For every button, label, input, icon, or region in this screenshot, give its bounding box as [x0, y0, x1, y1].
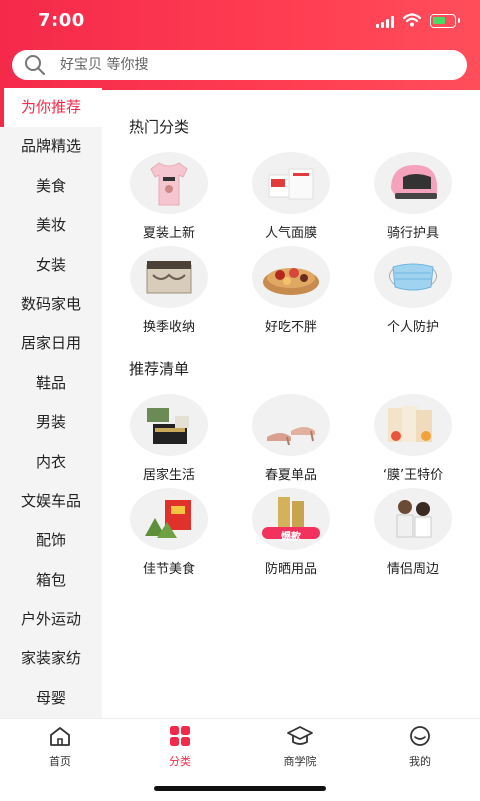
sidebar-item-outdoor[interactable]: 户外运动 [0, 600, 102, 639]
sidebar-item-shoes[interactable]: 鞋品 [0, 364, 102, 403]
category-label: 骑行护具 [386, 226, 439, 241]
category-cell[interactable]: 骑行护具 [352, 152, 474, 241]
category-label: 夏装上新 [142, 226, 195, 241]
sidebar-item-recommend[interactable]: 为你推荐 [0, 88, 102, 128]
sidebar-item-entertainment-car[interactable]: 文娱车品 [0, 482, 102, 521]
sidebar-item-baby[interactable]: 母婴 [0, 679, 102, 718]
wifi-icon [402, 13, 422, 27]
zongzi-icon [130, 488, 208, 550]
category-label: 人气面膜 [264, 226, 317, 241]
search-bar[interactable] [12, 50, 467, 80]
category-cell[interactable]: 人气面膜 [230, 152, 352, 241]
tab-label: 我的 [409, 755, 431, 768]
category-label: 好吃不胖 [264, 320, 317, 335]
sidebar-item-household[interactable]: 居家日用 [0, 324, 102, 363]
sidebar-item-bags[interactable]: 箱包 [0, 561, 102, 600]
recommend-cell[interactable]: ‘膜’王特价 [352, 394, 474, 483]
sandal-icon [252, 394, 330, 456]
sidebar-item-electronics[interactable]: 数码家电 [0, 285, 102, 324]
hot-badge: 爆款 [281, 532, 301, 543]
category-content: 热门分类 夏装上新 人气面膜 骑行护具 换季收纳 好吃不胖 个人防护 推荐清单 … [102, 88, 480, 718]
recommend-label: 防晒用品 [264, 562, 317, 577]
face-mask-icon [252, 152, 330, 214]
recommend-cell[interactable]: 居家生活 [108, 394, 230, 483]
tab-label: 分类 [169, 755, 191, 768]
category-cell[interactable]: 好吃不胖 [230, 246, 352, 335]
tab-home[interactable]: 首页 [0, 725, 120, 769]
search-icon [25, 55, 45, 75]
category-cell[interactable]: 夏装上新 [108, 152, 230, 241]
recommend-cell[interactable]: 情侣周边 [352, 488, 474, 577]
section-title-recommend: 推荐清单 [129, 360, 190, 378]
recommend-label: ‘膜’王特价 [382, 468, 444, 483]
status-bar: 7:00 [0, 0, 480, 44]
helmet-icon [374, 152, 452, 214]
snack-bowl-icon [252, 246, 330, 308]
category-cell[interactable]: 个人防护 [352, 246, 474, 335]
category-icon [170, 726, 190, 746]
home-icon [50, 727, 70, 746]
search-input[interactable] [58, 56, 422, 74]
medical-mask-icon [374, 246, 452, 308]
sidebar-item-food[interactable]: 美食 [0, 167, 102, 206]
section-title-hot: 热门分类 [129, 118, 190, 136]
sidebar-item-home-textile[interactable]: 家装家纺 [0, 639, 102, 678]
status-time: 7:00 [38, 10, 85, 31]
sidebar-item-accessories[interactable]: 配饰 [0, 521, 102, 560]
tab-category[interactable]: 分类 [120, 725, 240, 769]
couple-icon [374, 488, 452, 550]
category-label: 换季收纳 [142, 320, 195, 335]
home-goods-icon [130, 394, 208, 456]
tab-label: 首页 [49, 755, 71, 768]
sunscreen-icon: 爆款 [252, 488, 330, 550]
recommend-label: 春夏单品 [264, 468, 317, 483]
recommend-label: 情侣周边 [386, 562, 439, 577]
profile-icon [410, 726, 430, 746]
tab-academy[interactable]: 商学院 [240, 725, 360, 769]
recommend-label: 居家生活 [142, 468, 195, 483]
recommend-cell[interactable]: 爆款 防晒用品 [230, 488, 352, 577]
home-indicator [154, 786, 326, 791]
tab-profile[interactable]: 我的 [360, 725, 480, 769]
recommend-cell[interactable]: 春夏单品 [230, 394, 352, 483]
mask-packs-icon [374, 394, 452, 456]
recommend-cell[interactable]: 佳节美食 [108, 488, 230, 577]
sidebar-item-womens[interactable]: 女装 [0, 246, 102, 285]
sidebar-item-beauty[interactable]: 美妆 [0, 206, 102, 245]
recommend-label: 佳节美食 [142, 562, 195, 577]
graduation-cap-icon [287, 726, 313, 745]
sidebar-item-brands[interactable]: 品牌精选 [0, 127, 102, 166]
signal-icon [376, 16, 394, 28]
category-cell[interactable]: 换季收纳 [108, 246, 230, 335]
tab-label: 商学院 [283, 755, 317, 768]
battery-icon [430, 14, 460, 28]
storage-box-icon [130, 246, 208, 308]
tshirt-icon [130, 152, 208, 214]
category-label: 个人防护 [386, 320, 439, 335]
category-sidebar: 为你推荐 品牌精选 美食 美妆 女装 数码家电 居家日用 鞋品 男装 内衣 文娱… [0, 88, 102, 718]
sidebar-item-mens[interactable]: 男装 [0, 403, 102, 442]
sidebar-item-underwear[interactable]: 内衣 [0, 443, 102, 482]
